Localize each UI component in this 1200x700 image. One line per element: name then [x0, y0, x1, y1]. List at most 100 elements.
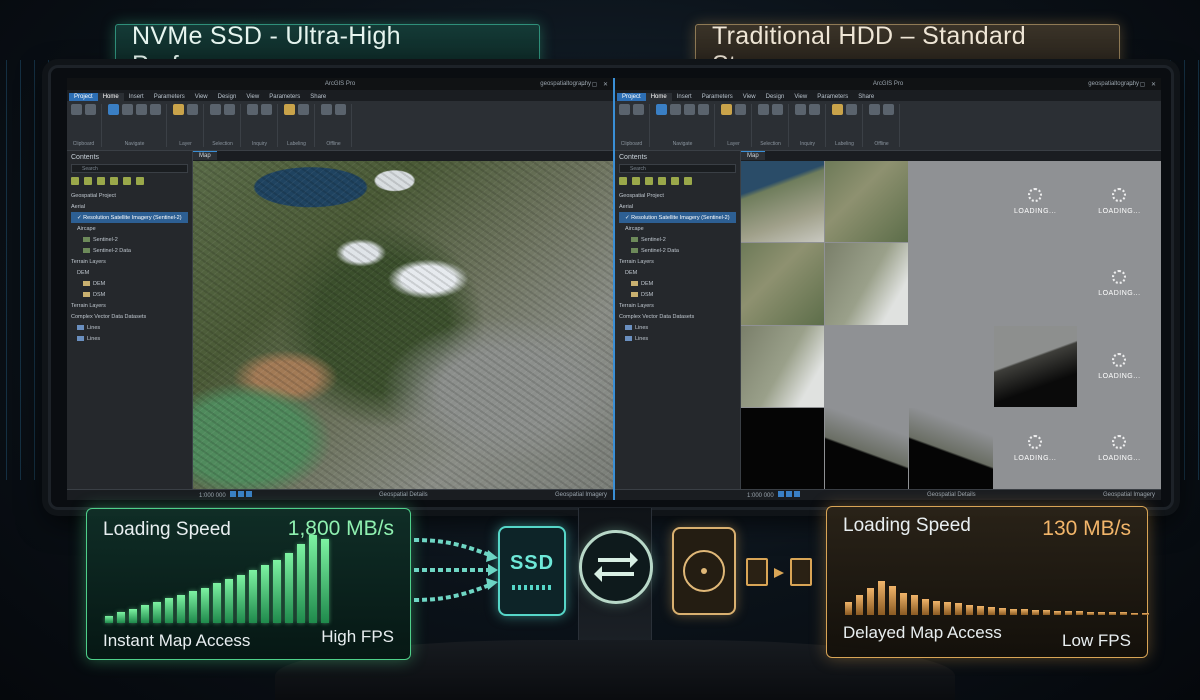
select-icon[interactable] [758, 104, 769, 115]
download-map-icon[interactable] [869, 104, 880, 115]
measure-icon[interactable] [247, 104, 258, 115]
tab-parameters-2[interactable]: Parameters [812, 93, 853, 101]
tab-insert[interactable]: Insert [672, 93, 697, 101]
measure-icon[interactable] [795, 104, 806, 115]
layer-item[interactable]: DEM [71, 267, 188, 278]
list-by-drawing-order-icon[interactable] [619, 177, 627, 185]
layer-item[interactable]: Lines [619, 322, 736, 333]
map-tab[interactable]: Map [741, 151, 765, 160]
window-controls[interactable]: – ▢ ✕ [1131, 81, 1158, 88]
layer-item[interactable]: Terrain Layers [71, 256, 188, 267]
tab-share[interactable]: Share [305, 93, 331, 101]
label-icon[interactable] [284, 104, 295, 115]
tab-parameters[interactable]: Parameters [697, 93, 738, 101]
layer-item[interactable]: Sentinel-2 Data [619, 245, 736, 256]
layer-item[interactable]: Lines [71, 333, 188, 344]
contents-search-input[interactable]: Search [71, 164, 188, 173]
layer-item[interactable]: Aerial [619, 201, 736, 212]
tab-insert[interactable]: Insert [124, 93, 149, 101]
tab-share[interactable]: Share [853, 93, 879, 101]
tab-home[interactable]: Home [97, 93, 124, 101]
select-icon[interactable] [210, 104, 221, 115]
list-by-selection-icon[interactable] [645, 177, 653, 185]
tab-project[interactable]: Project [617, 93, 646, 101]
paste-icon[interactable] [619, 104, 630, 115]
tiled-map-canvas[interactable]: LOADING... LOADING... LOADING... LOADING… [741, 161, 1161, 489]
label-icon[interactable] [832, 104, 843, 115]
copy-icon[interactable] [85, 104, 96, 115]
layer-item[interactable]: Terrain Layers [619, 256, 736, 267]
select-by-attributes-icon[interactable] [772, 104, 783, 115]
more-icon[interactable] [298, 104, 309, 115]
grid-icon[interactable] [229, 491, 236, 497]
add-data-icon[interactable] [187, 104, 198, 115]
tab-home[interactable]: Home [645, 93, 672, 101]
bookmark-icon[interactable] [136, 104, 147, 115]
refresh-icon[interactable] [793, 491, 800, 497]
layer-item[interactable]: Aerial [71, 201, 188, 212]
pause-icon[interactable] [785, 491, 792, 497]
layer-item[interactable]: Lines [71, 322, 188, 333]
list-by-editing-icon[interactable] [658, 177, 666, 185]
tab-project[interactable]: Project [69, 93, 98, 101]
layer-item[interactable]: DSM [619, 289, 736, 300]
list-by-labeling-icon[interactable] [136, 177, 144, 185]
layer-item[interactable]: DEM [619, 267, 736, 278]
more-icon[interactable] [846, 104, 857, 115]
copy-icon[interactable] [633, 104, 644, 115]
layer-item[interactable]: DEM [71, 278, 188, 289]
zoom-icon[interactable] [122, 104, 133, 115]
download-map-icon[interactable] [321, 104, 332, 115]
layer-item[interactable]: Terrain Layers [619, 300, 736, 311]
layer-item[interactable]: ✓ Resolution Satellite Imagery (Sentinel… [71, 212, 188, 223]
list-by-snapping-icon[interactable] [123, 177, 131, 185]
layer-item[interactable]: Complex Vector Data Datasets [71, 311, 188, 322]
select-by-attributes-icon[interactable] [224, 104, 235, 115]
explore-icon[interactable] [108, 104, 119, 115]
scale-readout[interactable]: 1:000 000 [747, 493, 774, 499]
basemap-icon[interactable] [173, 104, 184, 115]
explore-icon[interactable] [656, 104, 667, 115]
list-by-source-icon[interactable] [632, 177, 640, 185]
layer-item[interactable]: Aircape [71, 223, 188, 234]
add-data-icon[interactable] [735, 104, 746, 115]
locate-icon[interactable] [261, 104, 272, 115]
sync-icon[interactable] [335, 104, 346, 115]
layer-item[interactable]: Terrain Layers [71, 300, 188, 311]
grid-icon[interactable] [777, 491, 784, 497]
list-by-drawing-order-icon[interactable] [71, 177, 79, 185]
tab-view-2[interactable]: View [241, 93, 264, 101]
pause-icon[interactable] [237, 491, 244, 497]
tab-view-2[interactable]: View [789, 93, 812, 101]
window-controls[interactable]: – ▢ ✕ [583, 81, 610, 88]
go-to-icon[interactable] [698, 104, 709, 115]
tab-view[interactable]: View [190, 93, 213, 101]
satellite-map-canvas[interactable] [193, 161, 613, 489]
layer-item[interactable]: Complex Vector Data Datasets [619, 311, 736, 322]
contents-search-input[interactable]: Search [619, 164, 736, 173]
locate-icon[interactable] [809, 104, 820, 115]
go-to-icon[interactable] [150, 104, 161, 115]
paste-icon[interactable] [71, 104, 82, 115]
layer-item[interactable]: Sentinel-2 [619, 234, 736, 245]
list-by-labeling-icon[interactable] [684, 177, 692, 185]
layer-item[interactable]: Sentinel-2 Data [71, 245, 188, 256]
basemap-icon[interactable] [721, 104, 732, 115]
bookmark-icon[interactable] [684, 104, 695, 115]
layer-item[interactable]: Sentinel-2 [71, 234, 188, 245]
tab-design[interactable]: Design [761, 93, 790, 101]
tab-view[interactable]: View [738, 93, 761, 101]
scale-readout[interactable]: 1:000 000 [199, 493, 226, 499]
layer-item[interactable]: Lines [619, 333, 736, 344]
tab-parameters[interactable]: Parameters [149, 93, 190, 101]
tab-parameters-2[interactable]: Parameters [264, 93, 305, 101]
list-by-source-icon[interactable] [84, 177, 92, 185]
map-tab[interactable]: Map [193, 151, 217, 160]
sync-icon[interactable] [883, 104, 894, 115]
list-by-editing-icon[interactable] [110, 177, 118, 185]
list-by-selection-icon[interactable] [97, 177, 105, 185]
zoom-icon[interactable] [670, 104, 681, 115]
tab-design[interactable]: Design [213, 93, 242, 101]
list-by-snapping-icon[interactable] [671, 177, 679, 185]
layer-item[interactable]: ✓ Resolution Satellite Imagery (Sentinel… [619, 212, 736, 223]
